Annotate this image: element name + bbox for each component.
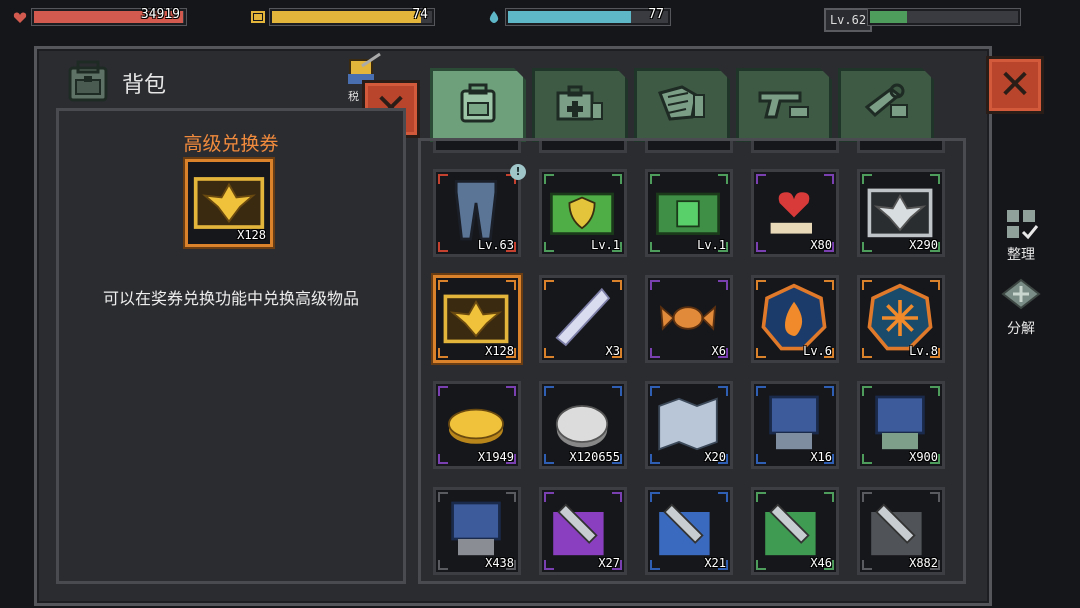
item-count: Lv.8 <box>909 344 938 358</box>
item-slot[interactable]: X882 <box>857 487 945 575</box>
item-count: X21 <box>704 556 726 570</box>
item-slot[interactable]: Lv.8 <box>857 275 945 363</box>
tab-tools[interactable] <box>838 68 934 142</box>
item-count: X20 <box>704 450 726 464</box>
water-value: 77 <box>648 7 664 22</box>
item-slot-partial[interactable] <box>751 141 839 153</box>
item-slot-partial[interactable] <box>857 141 945 153</box>
item-count: X46 <box>810 556 832 570</box>
item-slot[interactable]: X1949 <box>433 381 521 469</box>
armor-icon <box>656 83 708 127</box>
new-badge: ! <box>510 164 526 180</box>
backpack-icon <box>66 60 110 106</box>
water-drop-icon <box>486 9 502 25</box>
water-bar: 77 <box>486 7 670 26</box>
decompose-button[interactable]: 分解 <box>996 278 1046 338</box>
item-slot[interactable]: X3 <box>539 275 627 363</box>
hp-bar: 34919 <box>12 7 186 26</box>
item-detail-panel: 高级兑换券 X128 可以在奖券兑换功能中兑换高级物品 <box>56 108 406 584</box>
item-count: Lv.1 <box>697 238 726 252</box>
item-slot[interactable]: X80 <box>751 169 839 257</box>
item-count: X27 <box>598 556 620 570</box>
decompose-icon <box>1001 278 1041 310</box>
item-slot[interactable]: X20 <box>645 381 733 469</box>
energy-value: 74 <box>412 7 428 22</box>
item-slot-partial[interactable] <box>645 141 733 153</box>
item-slot[interactable]: Lv.63! <box>433 164 526 257</box>
item-slot[interactable]: Lv.6 <box>751 275 839 363</box>
backpack-icon <box>456 81 500 129</box>
medkit-icon <box>554 83 606 127</box>
item-count: X128 <box>485 344 514 358</box>
item-count: X120655 <box>569 450 620 464</box>
item-count: X80 <box>810 238 832 252</box>
item-count: Lv.63 <box>477 238 514 252</box>
avatar-label: 税 <box>348 90 359 103</box>
tab-armor[interactable] <box>634 68 730 142</box>
item-count: X290 <box>909 238 938 252</box>
sort-icon <box>1007 210 1039 240</box>
item-count: X6 <box>711 344 726 358</box>
selected-item-preview: X128 <box>185 159 273 247</box>
hp-value: 34919 <box>140 7 180 22</box>
item-count: X16 <box>810 450 832 464</box>
item-slot[interactable]: X6 <box>645 275 733 363</box>
item-description: 可以在奖券兑换功能中兑换高级物品 <box>102 289 359 308</box>
sort-label: 整理 <box>1007 247 1035 263</box>
item-count: Lv.6 <box>803 344 832 358</box>
item-slot[interactable]: Lv.1 <box>539 169 627 257</box>
item-slot-partial[interactable] <box>433 141 521 153</box>
bag-title: 背包 <box>122 73 167 98</box>
item-slot[interactable]: X128 <box>433 275 521 363</box>
item-grid: Lv.63! Lv.1 Lv.1 X80 X290 X128 X3 X6 Lv.6 Lv.8 X19… <box>418 138 966 584</box>
decompose-label: 分解 <box>1007 321 1035 337</box>
item-slot-partial[interactable] <box>539 141 627 153</box>
item-slot[interactable]: X438 <box>433 487 521 575</box>
wrench-icon <box>861 83 911 127</box>
item-name: 高级兑换券 <box>183 133 279 155</box>
item-count: Lv.1 <box>591 238 620 252</box>
heart-icon <box>12 9 28 25</box>
tab-weapon[interactable] <box>736 68 832 142</box>
tab-bag[interactable] <box>430 68 526 142</box>
selected-item-count: X128 <box>237 228 266 242</box>
item-count: X882 <box>909 556 938 570</box>
item-slot[interactable]: X16 <box>751 381 839 469</box>
item-count: X3 <box>605 344 620 358</box>
item-slot[interactable]: X900 <box>857 381 945 469</box>
item-slot[interactable]: Lv.1 <box>645 169 733 257</box>
item-slot[interactable]: X27 <box>539 487 627 575</box>
pistol-icon <box>756 85 812 125</box>
close-inventory-button[interactable]: ✕ <box>986 56 1044 114</box>
bag-header: 背包 <box>66 60 166 106</box>
item-slot[interactable]: X21 <box>645 487 733 575</box>
energy-bar: 74 <box>250 7 434 26</box>
item-count: X1949 <box>477 450 514 464</box>
close-icon: ✕ <box>998 62 1032 108</box>
item-count: X438 <box>485 556 514 570</box>
sort-button[interactable]: 整理 <box>996 206 1046 264</box>
level-badge: Lv.62 <box>824 8 872 32</box>
item-slot[interactable]: X120655 <box>539 381 627 469</box>
item-slot[interactable]: X290 <box>857 169 945 257</box>
xp-bar <box>868 8 1020 26</box>
item-slot[interactable]: X46 <box>751 487 839 575</box>
battery-icon <box>250 9 266 25</box>
item-count: X900 <box>909 450 938 464</box>
tab-medical[interactable] <box>532 68 628 142</box>
